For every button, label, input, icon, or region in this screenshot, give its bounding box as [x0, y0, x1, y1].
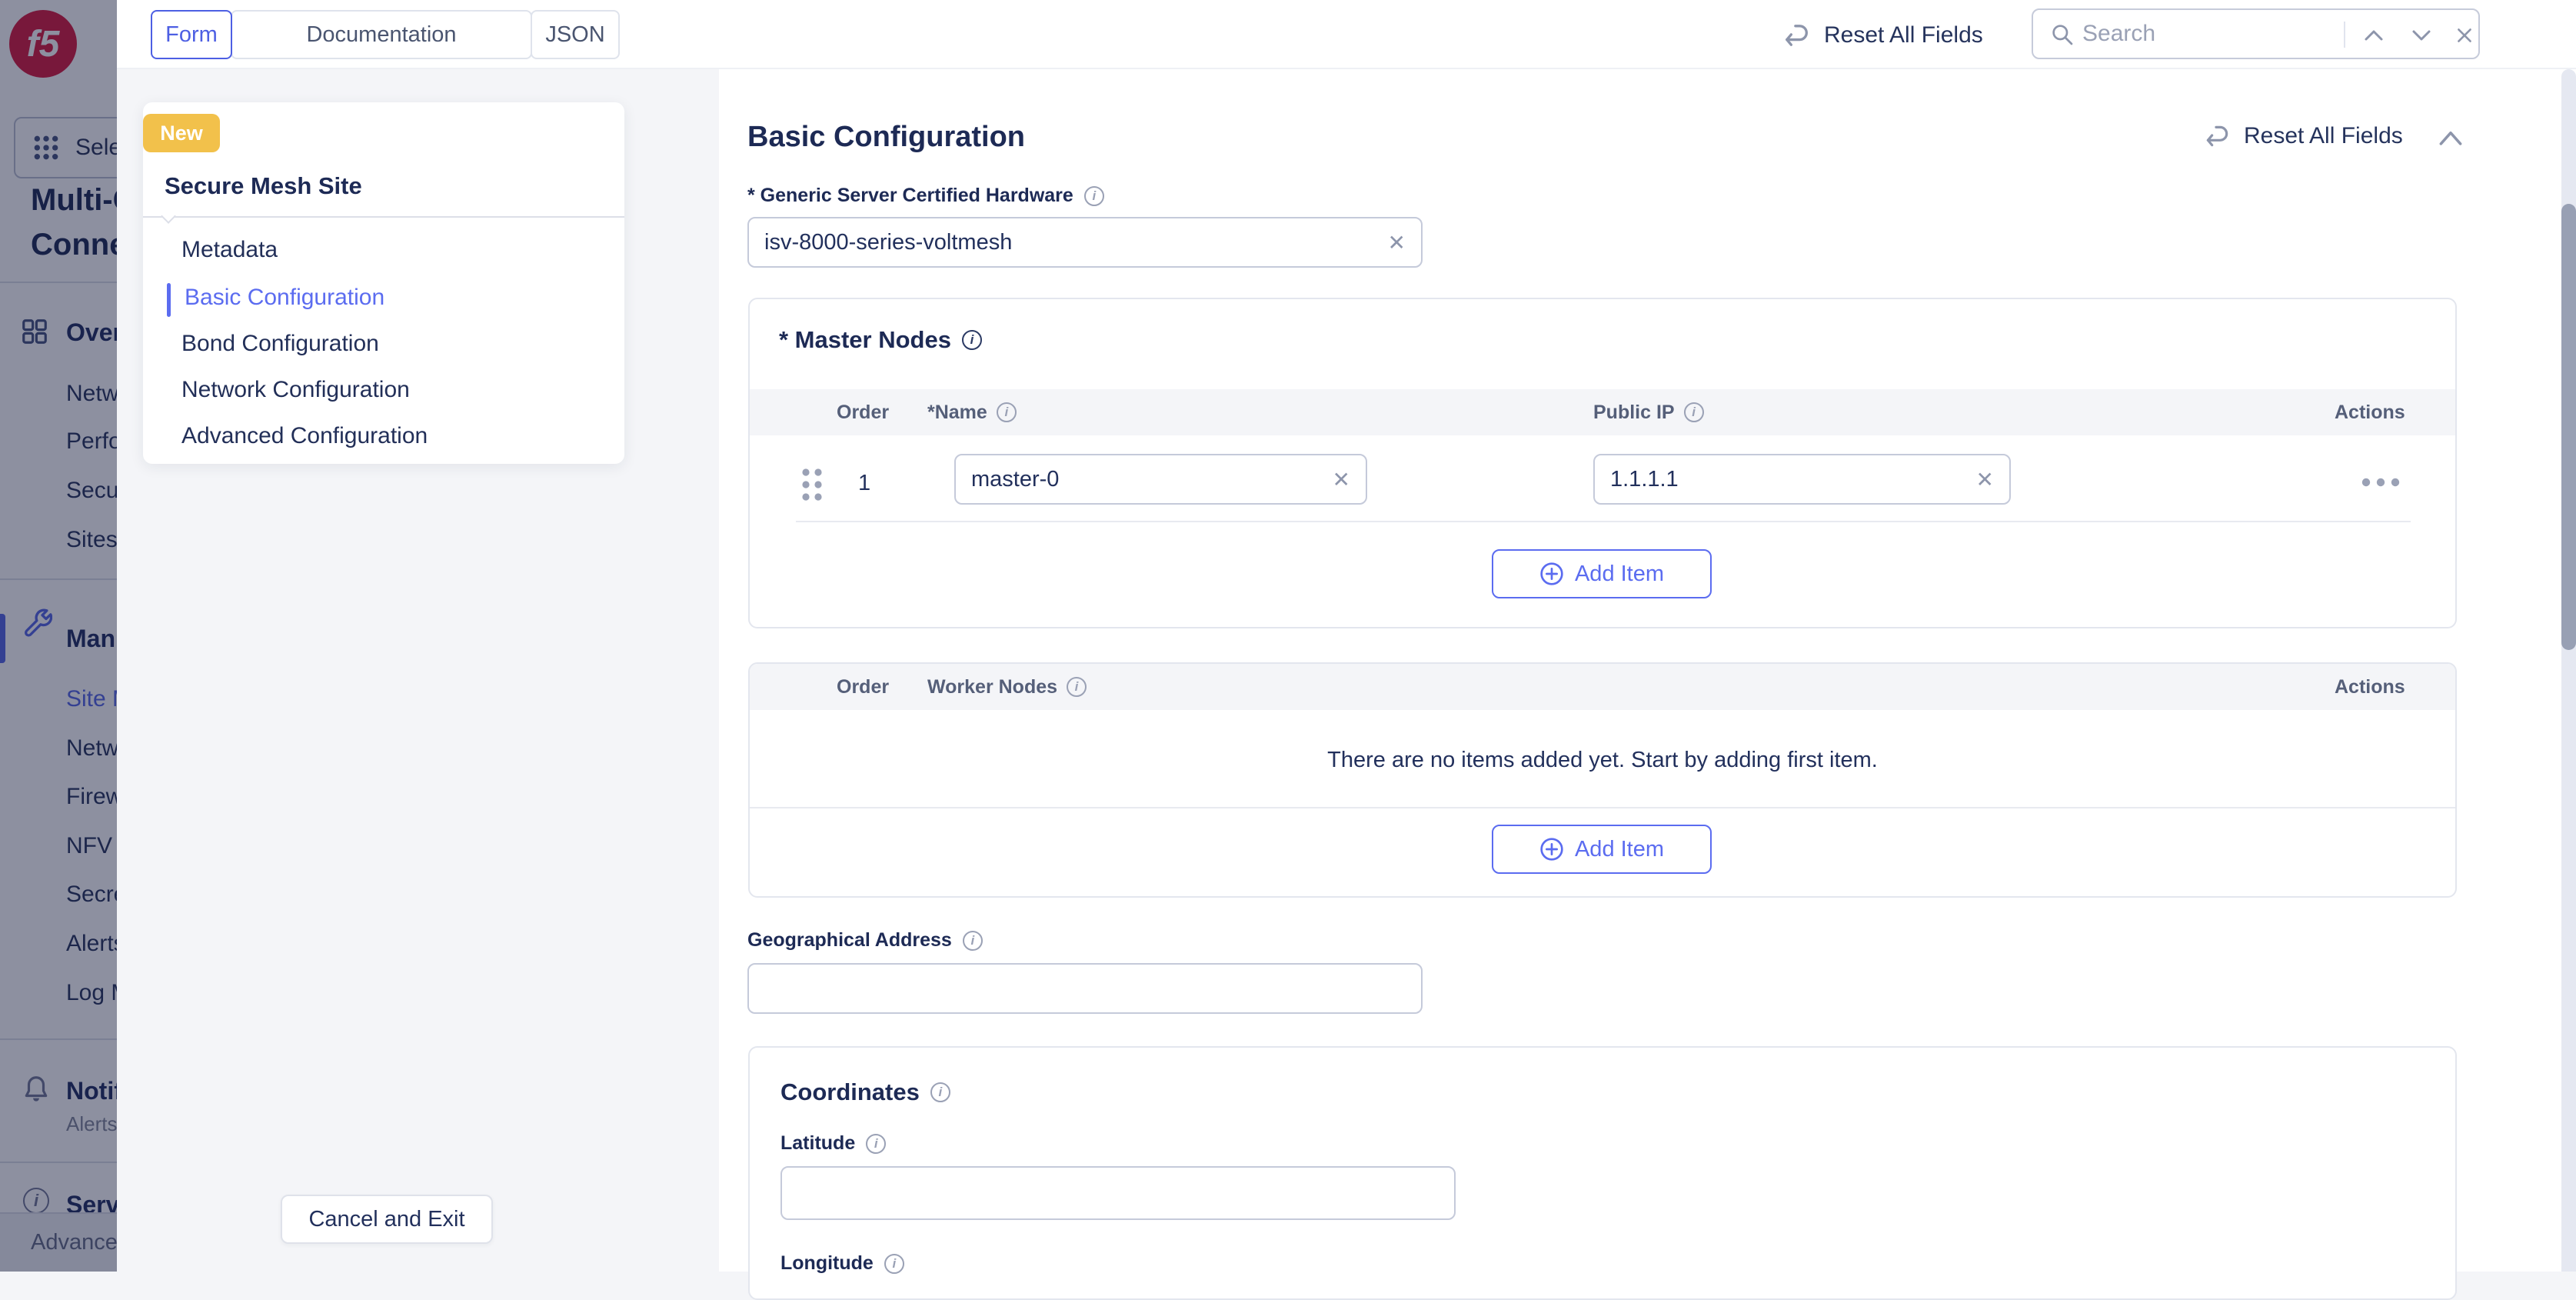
drag-handle-icon[interactable] [798, 465, 826, 505]
reset-icon [1781, 20, 1812, 51]
hardware-label-row: * Generic Server Certified Hardware i [747, 185, 1104, 207]
add-item-label: Add Item [1575, 837, 1664, 862]
latitude-input[interactable] [782, 1181, 1454, 1206]
new-badge: New [143, 114, 220, 152]
column-actions: Actions [2335, 389, 2405, 435]
hardware-input[interactable] [749, 230, 1388, 255]
tab-form[interactable]: Form [151, 10, 232, 59]
node-name-input[interactable] [956, 467, 1333, 492]
form-reset-label: Reset All Fields [2244, 123, 2403, 149]
info-icon[interactable]: i [930, 1082, 950, 1102]
hardware-input-wrap: ✕ [747, 217, 1423, 268]
column-name-label: *Name [927, 402, 987, 424]
node-name-input-wrap: ✕ [954, 454, 1367, 505]
step-bond-configuration[interactable]: Bond Configuration [181, 331, 379, 357]
column-order: Order [837, 664, 889, 710]
search-divider [2344, 22, 2345, 48]
info-icon[interactable]: i [1084, 186, 1104, 206]
coordinates-title: Coordinates [780, 1078, 920, 1106]
section-title: Basic Configuration [747, 121, 1025, 154]
reset-all-fields-button[interactable]: Reset All Fields [1781, 20, 1983, 51]
column-public-ip: Public IP i [1593, 389, 1704, 435]
master-nodes-title-row: * Master Nodes i [779, 326, 982, 354]
worker-add-item-button[interactable]: Add Item [1492, 825, 1712, 874]
clear-icon[interactable]: ✕ [1976, 467, 2009, 492]
node-ip-input[interactable] [1595, 467, 1976, 492]
column-actions-label: Actions [2335, 676, 2405, 698]
worker-nodes-empty-text: There are no items added yet. Start by a… [748, 748, 2457, 773]
step-basic-configuration[interactable]: Basic Configuration [185, 285, 384, 311]
reset-icon [2202, 122, 2232, 151]
node-ip-input-wrap: ✕ [1593, 454, 2011, 505]
wizard-divider [143, 216, 624, 218]
info-icon[interactable]: i [962, 330, 982, 350]
row-actions-menu-icon[interactable] [2359, 475, 2402, 489]
modal-dim-overlay [0, 0, 117, 1272]
column-worker-nodes: Worker Nodes i [927, 664, 1087, 710]
clear-icon[interactable]: ✕ [1388, 230, 1421, 255]
search-icon [2050, 22, 2075, 47]
latitude-label-row: Latitude i [780, 1132, 886, 1155]
step-metadata[interactable]: Metadata [181, 237, 278, 263]
row-divider [796, 521, 2411, 522]
column-name: *Name i [927, 389, 1017, 435]
geo-address-input-wrap [747, 963, 1423, 1014]
column-order: Order [837, 389, 889, 435]
column-order-label: Order [837, 676, 889, 698]
search-input[interactable] [2082, 10, 2313, 58]
collapse-section-icon[interactable] [2436, 128, 2465, 148]
latitude-label: Latitude [780, 1132, 855, 1155]
wizard-title: Secure Mesh Site [165, 172, 362, 200]
info-icon[interactable]: i [866, 1134, 886, 1154]
info-icon[interactable]: i [963, 931, 983, 951]
column-public-ip-label: Public IP [1593, 402, 1675, 424]
geo-address-input[interactable] [749, 976, 1421, 1002]
active-step-indicator [167, 283, 171, 317]
scrollbar-thumb[interactable] [2561, 204, 2576, 650]
form-reset-all-fields-button[interactable]: Reset All Fields [2202, 122, 2403, 151]
cancel-and-exit-button[interactable]: Cancel and Exit [281, 1195, 493, 1244]
hardware-label: * Generic Server Certified Hardware [747, 185, 1073, 207]
plus-circle-icon [1539, 562, 1564, 586]
column-actions: Actions [2335, 664, 2405, 710]
wizard-panel [143, 102, 624, 464]
master-add-item-button[interactable]: Add Item [1492, 549, 1712, 598]
geo-address-label: Geographical Address [747, 929, 952, 952]
column-actions-label: Actions [2335, 402, 2405, 424]
row-divider [750, 807, 2455, 808]
info-icon[interactable]: i [884, 1254, 904, 1274]
info-icon[interactable]: i [1684, 402, 1704, 422]
row-order-value: 1 [858, 471, 870, 496]
tab-json[interactable]: JSON [531, 10, 620, 59]
master-nodes-title: * Master Nodes [779, 326, 951, 354]
step-advanced-configuration[interactable]: Advanced Configuration [181, 423, 428, 449]
clear-icon[interactable]: ✕ [1333, 467, 1366, 492]
chevron-up-icon[interactable] [2362, 27, 2385, 44]
column-worker-nodes-label: Worker Nodes [927, 676, 1057, 698]
reset-all-fields-label: Reset All Fields [1824, 22, 1983, 48]
chevron-down-icon[interactable] [2410, 27, 2433, 44]
tab-documentation[interactable]: Documentation [231, 10, 532, 59]
info-icon[interactable]: i [997, 402, 1017, 422]
add-item-label: Add Item [1575, 562, 1664, 587]
info-icon[interactable]: i [1067, 677, 1087, 697]
search-box [2032, 8, 2480, 59]
plus-circle-icon [1539, 837, 1564, 862]
column-order-label: Order [837, 402, 889, 424]
close-icon[interactable] [2455, 25, 2474, 45]
geo-address-label-row: Geographical Address i [747, 929, 983, 952]
step-network-configuration[interactable]: Network Configuration [181, 377, 410, 403]
latitude-input-wrap [780, 1166, 1456, 1220]
coordinates-title-row: Coordinates i [780, 1078, 950, 1106]
